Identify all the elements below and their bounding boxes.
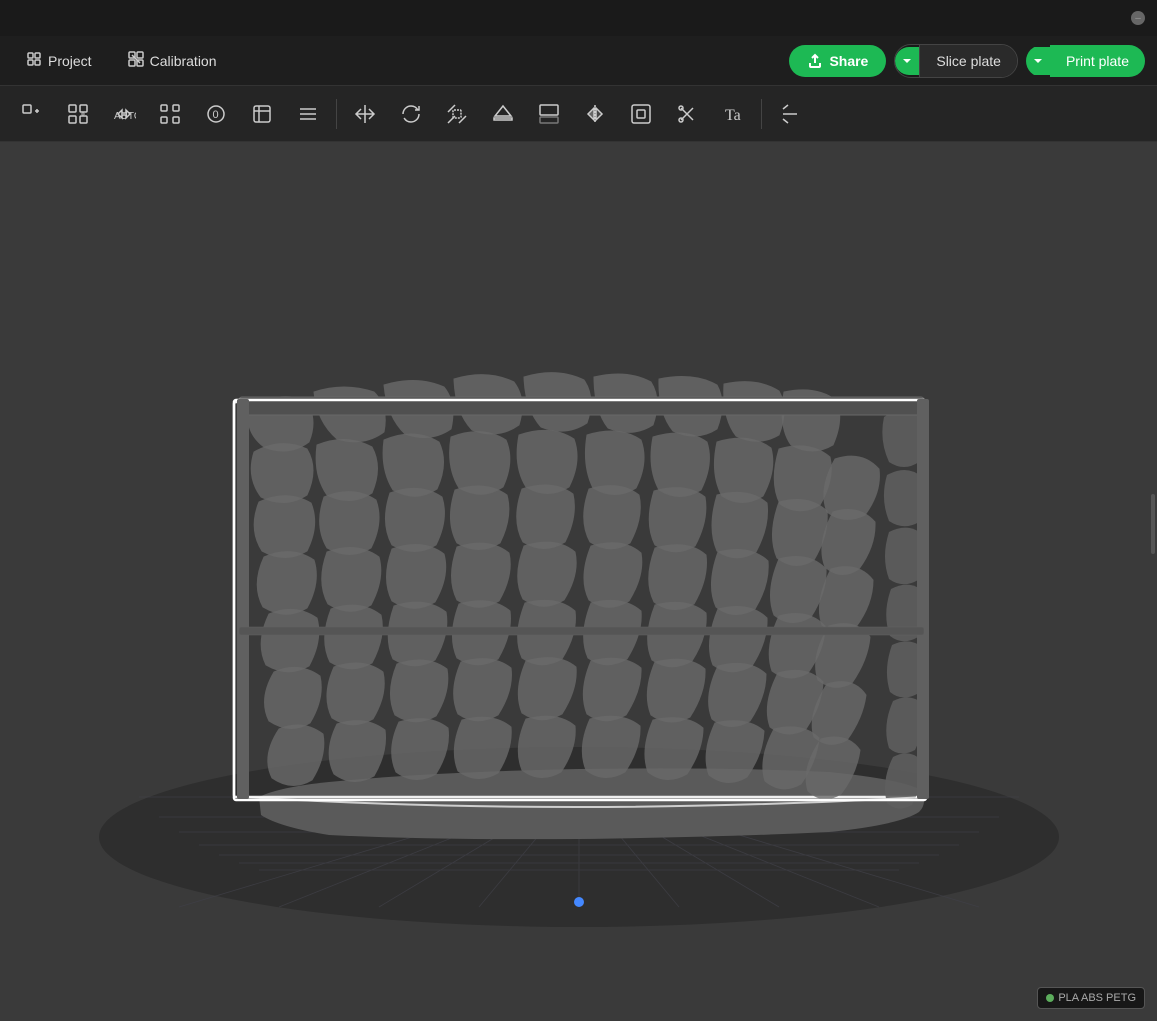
svg-text:Ta: Ta — [725, 107, 741, 124]
print-plate-group: Print plate — [1026, 45, 1145, 77]
print-dropdown-button[interactable] — [1026, 47, 1050, 75]
project-menu-item[interactable]: Project — [12, 45, 106, 76]
add-grid-tool[interactable] — [56, 92, 100, 136]
model-container: mbu Textured PEI Plate — [50, 192, 1107, 921]
voronoi-back — [248, 372, 879, 798]
toolbar: AUTO 0 Ta — [0, 86, 1157, 142]
arrange-tool[interactable] — [148, 92, 192, 136]
inner-divider — [239, 627, 924, 635]
title-bar-controls: – — [1131, 11, 1145, 25]
minimize-icon: – — [1131, 11, 1145, 25]
chevron-down-icon — [901, 55, 913, 67]
rotate-tool[interactable] — [389, 92, 433, 136]
mirror-tool[interactable] — [573, 92, 617, 136]
corner-right — [917, 399, 929, 799]
menu-bar: Project Calibration Share Sl — [0, 36, 1157, 86]
print-plate-label: Print plate — [1066, 53, 1129, 69]
calibration-label: Calibration — [150, 53, 217, 69]
share-label: Share — [829, 53, 868, 69]
layers-tool[interactable] — [286, 92, 330, 136]
3d-model: mbu Textured PEI Plate — [79, 182, 1079, 932]
project-icon — [26, 51, 42, 70]
auto-orient-tool[interactable]: AUTO — [102, 92, 146, 136]
material-info: PLA ABS PETG — [1058, 992, 1136, 1004]
preset-tool[interactable] — [240, 92, 284, 136]
share-button[interactable]: Share — [789, 45, 886, 77]
reset-tool[interactable]: 0 — [194, 92, 238, 136]
text-tool[interactable]: Ta — [711, 92, 755, 136]
minimize-button[interactable]: – — [1131, 11, 1145, 25]
calibration-icon — [128, 51, 144, 70]
corner-left — [237, 399, 249, 799]
toolbar-divider-2 — [761, 99, 762, 129]
split-tool[interactable] — [527, 92, 571, 136]
material-dot — [1046, 994, 1054, 1002]
scene: mbu Textured PEI Plate PLA ABS PETG — [0, 142, 1157, 1021]
add-shape-tool[interactable] — [10, 92, 54, 136]
calibration-menu-item[interactable]: Calibration — [114, 45, 231, 76]
title-bar: – — [0, 0, 1157, 36]
toolbar-divider-1 — [336, 99, 337, 129]
slice-plate-button[interactable]: Slice plate — [919, 45, 1017, 77]
chevron-down-icon-2 — [1032, 55, 1044, 67]
project-label: Project — [48, 53, 92, 69]
scale-tool[interactable] — [435, 92, 479, 136]
share-icon — [807, 53, 823, 69]
more-tool[interactable] — [768, 92, 812, 136]
material-badge: PLA ABS PETG — [1037, 987, 1145, 1009]
hollow-tool[interactable] — [619, 92, 663, 136]
print-plate-button[interactable]: Print plate — [1050, 45, 1145, 77]
move-tool[interactable] — [343, 92, 387, 136]
slice-plate-label: Slice plate — [936, 53, 1001, 69]
slice-dropdown-button[interactable] — [895, 47, 919, 75]
flatten-tool[interactable] — [481, 92, 525, 136]
slice-plate-group: Slice plate — [894, 44, 1018, 78]
scrollbar-right[interactable] — [1151, 494, 1155, 554]
center-indicator — [574, 897, 584, 907]
viewport: mbu Textured PEI Plate PLA ABS PETG — [0, 142, 1157, 1021]
svg-text:0: 0 — [213, 109, 219, 121]
cut-tool[interactable] — [665, 92, 709, 136]
